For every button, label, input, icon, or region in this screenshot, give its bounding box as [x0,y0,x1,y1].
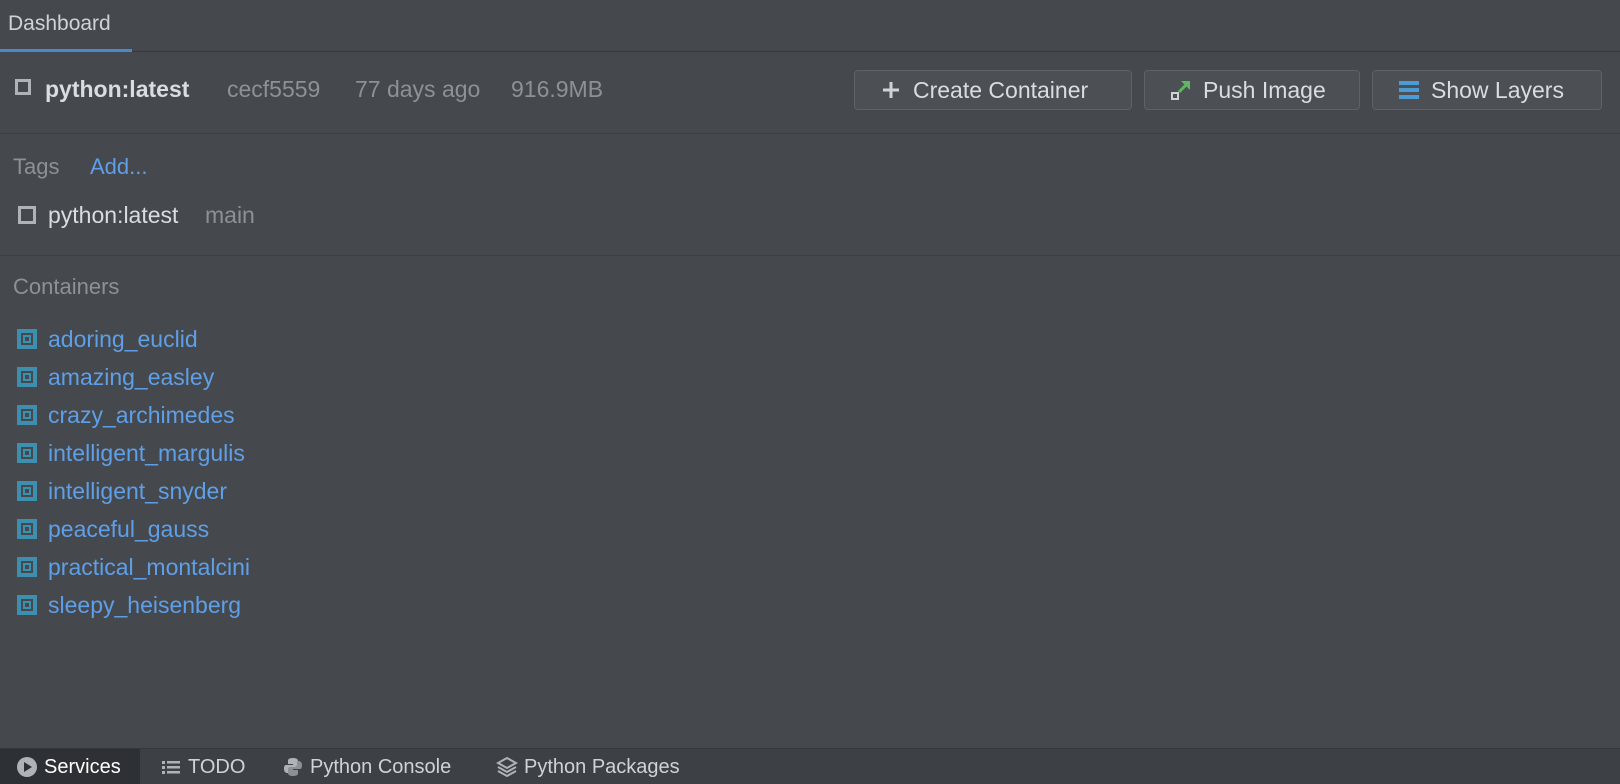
container-icon [17,443,37,463]
bottom-tool-window-bar: Services TODO Python Console Python Pack… [0,748,1620,784]
tab-todo[interactable]: TODO [160,749,245,784]
container-item[interactable]: sleepy_heisenberg [17,586,250,624]
image-name: python:latest [45,76,190,102]
container-list: adoring_euclid amazing_easley crazy_arch… [17,320,250,624]
container-link[interactable]: crazy_archimedes [48,402,235,429]
containers-section: Containers adoring_euclid amazing_easley… [0,256,1620,746]
tags-section: Tags Add... python:latest main [0,134,1620,256]
container-link[interactable]: peaceful_gauss [48,516,209,543]
container-link[interactable]: practical_montalcini [48,554,250,581]
create-container-label: Create Container [913,76,1089,103]
image-hash: cecf5559 [227,76,321,102]
container-link[interactable]: amazing_easley [48,364,214,391]
container-item[interactable]: intelligent_snyder [17,472,250,510]
tab-python-console[interactable]: Python Console [282,749,451,784]
tag-name: python:latest [48,202,179,228]
tag-branch: main [205,202,255,228]
python-packages-label: Python Packages [524,755,680,778]
push-image-label: Push Image [1203,76,1326,103]
tab-dashboard[interactable]: Dashboard [0,0,132,52]
container-item[interactable]: peaceful_gauss [17,510,250,548]
push-arrow-icon [1169,78,1193,102]
tag-square-icon [18,206,36,224]
python-logo-icon [282,756,304,778]
container-item[interactable]: intelligent_margulis [17,434,250,472]
todo-label: TODO [188,755,246,778]
tags-label: Tags [13,154,60,179]
tab-python-packages[interactable]: Python Packages [495,749,680,784]
image-header: python:latest cecf5559 77 days ago 916.9… [0,52,1620,134]
container-icon [17,367,37,387]
create-container-button[interactable]: Create Container [854,70,1132,110]
container-item[interactable]: adoring_euclid [17,320,250,358]
layers-icon [1397,78,1421,102]
container-icon [17,519,37,539]
containers-label: Containers [13,274,120,299]
container-link[interactable]: adoring_euclid [48,326,198,353]
plus-icon [879,78,903,102]
container-icon [17,329,37,349]
container-link[interactable]: sleepy_heisenberg [48,592,241,619]
top-tab-strip: Dashboard [0,0,1620,52]
push-image-button[interactable]: Push Image [1144,70,1360,110]
image-square-icon [15,79,31,95]
todo-list-icon [160,756,182,778]
container-icon [17,481,37,501]
services-icon [16,756,38,778]
show-layers-label: Show Layers [1431,76,1564,103]
add-tag-link[interactable]: Add... [90,154,147,180]
container-icon [17,557,37,577]
tab-services[interactable]: Services [0,749,140,784]
container-item[interactable]: crazy_archimedes [17,396,250,434]
image-age: 77 days ago [355,76,481,102]
services-label: Services [44,755,121,778]
show-layers-button[interactable]: Show Layers [1372,70,1602,110]
image-size: 916.9MB [511,76,604,102]
docker-dashboard: Dashboard python:latest cecf5559 77 days… [0,0,1620,784]
container-link[interactable]: intelligent_margulis [48,440,245,467]
container-icon [17,595,37,615]
python-console-label: Python Console [310,755,452,778]
packages-layers-icon [495,756,519,778]
container-item[interactable]: amazing_easley [17,358,250,396]
container-item[interactable]: practical_montalcini [17,548,250,586]
container-link[interactable]: intelligent_snyder [48,478,227,505]
container-icon [17,405,37,425]
